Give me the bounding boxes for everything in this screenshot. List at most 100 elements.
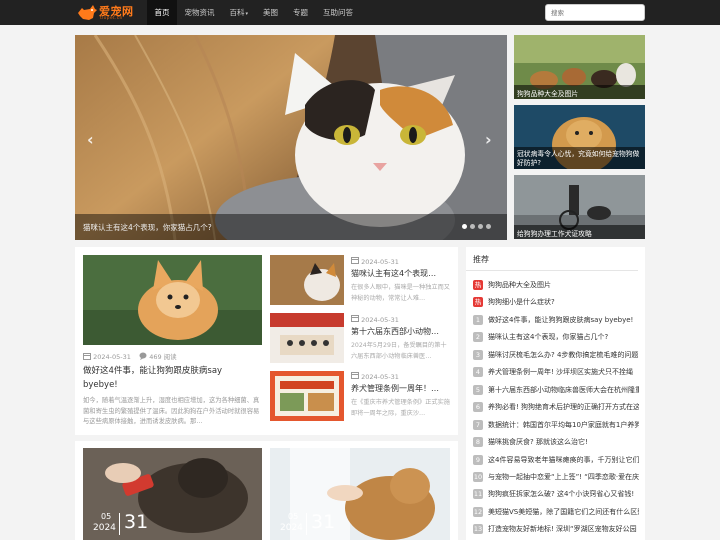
- slider-dot[interactable]: [486, 224, 491, 229]
- main-article-meta: 2024-05-31 469 阅读: [83, 351, 177, 361]
- rank-badge: 6: [473, 402, 483, 413]
- recommend-item-text: 狗狗疯狂拆家怎么破? 这4个小诀窍省心又省钱!: [488, 490, 635, 499]
- recommend-item[interactable]: 8 猫咪挑食厌食? 那就该这么治它!: [473, 436, 639, 449]
- recommend-item-text: 养犬管理条例一周年! 沙坪坝区实施犬只不拴绳: [488, 368, 634, 377]
- main-menu: 首页 宠物资讯 百科▾ 美图 专题 互助问答: [147, 0, 361, 25]
- rank-badge: 10: [473, 471, 483, 482]
- calendar-icon: [351, 372, 359, 379]
- cat-hug-image: [270, 255, 344, 305]
- dog-logo-icon: [78, 5, 97, 20]
- slider-dot[interactable]: [462, 224, 467, 229]
- rank-badge: 11: [473, 489, 483, 500]
- rank-badge: 2: [473, 332, 483, 343]
- recommend-item[interactable]: 6 养狗必看! 狗狗绝育术后护理的正确打开方式在这: [473, 401, 639, 414]
- small-article-image[interactable]: [270, 371, 344, 421]
- recommend-item[interactable]: 3 猫咪讨厌梳毛怎么办? 4步教你搞定梳毛难的问题: [473, 349, 639, 362]
- slider-dot[interactable]: [470, 224, 475, 229]
- main-article-image[interactable]: [83, 255, 262, 345]
- date-year: 2024: [93, 523, 116, 533]
- recommend-heading: 推荐: [473, 255, 489, 264]
- bottom-article-card[interactable]: 05 2024 31: [83, 448, 262, 540]
- nav-topics[interactable]: 专题: [286, 0, 316, 25]
- rank-badge: 13: [473, 524, 483, 535]
- main-article-title[interactable]: 做好这4件事，能让狗狗跟皮肤病say byebye!: [83, 364, 258, 392]
- recommend-item[interactable]: 12 美短猫VS美短猫，除了国籍它们之间还有什么区别: [473, 506, 639, 519]
- recommend-item-text: 数据统计：韩国首尔平均每10户家庭就有1户养狗: [488, 420, 639, 429]
- slider-dots: [462, 224, 491, 229]
- recommend-item-text: 这4件容易导致老年猫咪瘫痪的事，千万别让它们做: [488, 455, 639, 464]
- date-day: 31: [311, 511, 336, 533]
- divider: [466, 270, 638, 271]
- rank-badge: 7: [473, 419, 483, 430]
- rank-badge: 9: [473, 454, 483, 465]
- date-month: 05: [101, 512, 112, 521]
- calendar-icon: [351, 315, 359, 322]
- small-article-title[interactable]: 第十六届东西部小动物…: [351, 326, 453, 337]
- small-article-image[interactable]: [270, 255, 344, 305]
- recommend-item[interactable]: 9 这4件容易导致老年猫咪瘫痪的事，千万别让它们做: [473, 454, 639, 467]
- small-article-desc: 在很多人眼中，猫咪是一种独立而又神秘的动物，常常让人难…: [351, 284, 450, 302]
- recommend-item-text: 猫咪讨厌梳毛怎么办? 4步教你搞定梳毛难的问题: [488, 350, 639, 359]
- nav-qa-label: 互助问答: [323, 8, 354, 17]
- site-logo[interactable]: 爱宠网 tiopet.cn: [76, 3, 146, 23]
- slider-prev-arrow-icon[interactable]: ‹: [87, 130, 94, 149]
- search-input[interactable]: [551, 5, 645, 20]
- small-article-date: 2024-05-31: [351, 371, 399, 381]
- hero-slider[interactable]: ‹ › 猫咪认主有这4个表现，你家猫占几个?: [75, 35, 507, 240]
- small-article-title[interactable]: 养犬管理条例一周年！…: [351, 383, 453, 394]
- rank-badge: 3: [473, 349, 483, 360]
- nav-qa[interactable]: 互助问答: [316, 0, 361, 25]
- hero-caption[interactable]: 猫咪认主有这4个表现，你家猫占几个?: [83, 222, 212, 233]
- poster-image: [270, 371, 344, 421]
- nav-photos[interactable]: 美图: [256, 0, 286, 25]
- recommend-item[interactable]: 13 打造宠物友好新地标! 深圳“罗湖区宠物友好公园: [473, 523, 639, 536]
- slider-dot[interactable]: [478, 224, 483, 229]
- recommend-item-text: 美短猫VS美短猫，除了国籍它们之间还有什么区别: [488, 507, 639, 516]
- hot-badge: 热: [473, 280, 483, 290]
- recommend-item[interactable]: 热狗狗品种大全及图片: [473, 279, 639, 292]
- side-thumb-caption: 狗狗品种大全及图片: [514, 85, 645, 99]
- small-article-image[interactable]: [270, 313, 344, 363]
- hero-cat-image: [75, 35, 507, 240]
- recommend-item-text: 猫咪挑食厌食? 那就该这么治它!: [488, 438, 588, 447]
- recommend-item[interactable]: 5 第十六届东西部小动物临床兽医师大会在杭州隆重: [473, 384, 639, 397]
- recommend-item[interactable]: 热狗狗细小是什么症状?: [473, 296, 639, 309]
- nav-home[interactable]: 首页: [147, 0, 177, 25]
- calendar-icon: [83, 353, 91, 360]
- recommend-item-text: 狗狗细小是什么症状?: [488, 298, 555, 307]
- small-article-title[interactable]: 猫咪认主有这4个表现…: [351, 268, 453, 279]
- slider-next-arrow-icon[interactable]: ›: [485, 130, 492, 149]
- small-article-date-text: 2024-05-31: [361, 258, 399, 266]
- recommend-item[interactable]: 2 猫咪认主有这4个表现，你家猫占几个?: [473, 331, 639, 344]
- recommend-item[interactable]: 1 做好这4件事，能让狗狗跟皮肤病say byebye!: [473, 314, 639, 327]
- rank-badge: 12: [473, 506, 483, 517]
- recommend-item[interactable]: 11 狗狗疯狂拆家怎么破? 这4个小诀窍省心又省钱!: [473, 488, 639, 501]
- nav-pet-news[interactable]: 宠物资讯: [177, 0, 222, 25]
- hot-badge: 热: [473, 297, 483, 308]
- side-thumb-work-dog[interactable]: 给狗狗办理工作犬证攻略: [514, 175, 645, 239]
- small-article-date: 2024-05-31: [351, 256, 399, 266]
- recommend-item[interactable]: 10 与宠物一起抽中恋爱“上上签”! “四季恋歌·爱在庆: [473, 471, 639, 484]
- recommend-item-text: 第十六届东西部小动物临床兽医师大会在杭州隆重: [488, 385, 639, 394]
- calendar-icon: [351, 257, 359, 264]
- main-article-desc: 如今，随着气温逐渐上升，湿度也相应增加，这为各种细菌、真菌和寄生虫的繁殖提供了温…: [83, 397, 260, 425]
- side-thumb-dog-breeds[interactable]: 狗狗品种大全及图片: [514, 35, 645, 99]
- bottom-article-card[interactable]: 05 2024 31: [270, 448, 450, 540]
- recommend-item[interactable]: 7 数据统计：韩国首尔平均每10户家庭就有1户养狗: [473, 419, 639, 432]
- recommend-item[interactable]: 4 养犬管理条例一周年! 沙坪坝区实施犬只不拴绳: [473, 366, 639, 379]
- main-article-date: 2024-05-31: [93, 353, 131, 361]
- small-article-desc: 2024年5月29日，备受瞩目的第十六届东西部小动物临床兽医…: [351, 342, 447, 360]
- nav-encyclopedia-label: 百科: [229, 8, 245, 17]
- search-box: [545, 4, 645, 21]
- nav-pet-news-label: 宠物资讯: [184, 8, 215, 17]
- side-thumb-coronavirus[interactable]: 冠状病毒令人心忧，究竟如何给宠物狗做好防护?: [514, 105, 645, 169]
- small-article-date-text: 2024-05-31: [361, 316, 399, 324]
- recommend-item-text: 狗狗品种大全及图片: [488, 281, 551, 289]
- side-thumb-caption: 给狗狗办理工作犬证攻略: [514, 225, 645, 239]
- date-month: 05: [288, 512, 299, 521]
- chevron-down-icon: ▾: [245, 11, 249, 17]
- pomeranian-image: [83, 255, 262, 345]
- nav-encyclopedia[interactable]: 百科▾: [222, 0, 256, 25]
- top-navbar: 爱宠网 tiopet.cn 首页 宠物资讯 百科▾ 美图 专题 互助问答: [0, 0, 720, 25]
- recommend-item-text: 猫咪认主有这4个表现，你家猫占几个?: [488, 333, 609, 342]
